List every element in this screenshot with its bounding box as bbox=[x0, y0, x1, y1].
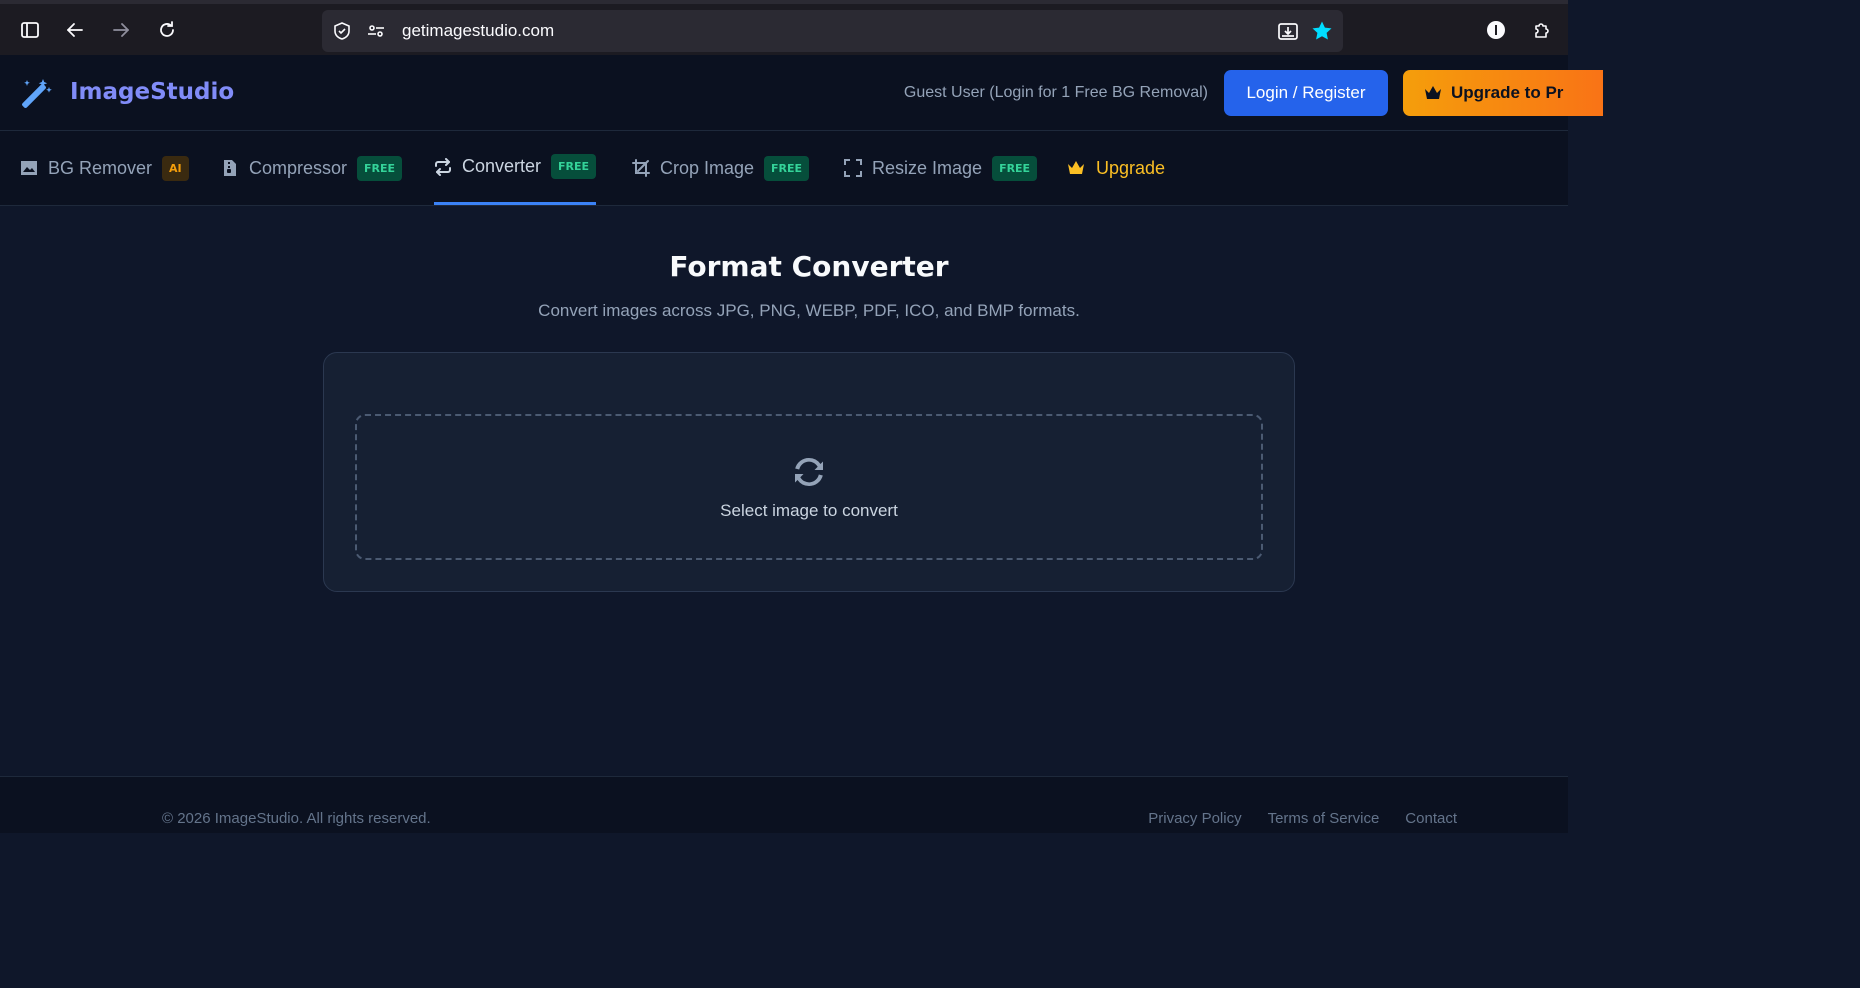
guest-status-text: Guest User (Login for 1 Free BG Removal) bbox=[903, 84, 1208, 101]
main-content: Format Converter Convert images across J… bbox=[0, 206, 1568, 776]
reload-icon[interactable] bbox=[153, 16, 181, 44]
tab-converter[interactable]: Converter FREE bbox=[434, 131, 597, 205]
expand-icon bbox=[844, 159, 862, 177]
ai-badge: AI bbox=[162, 155, 189, 181]
page-title: Format Converter bbox=[669, 250, 949, 283]
crown-icon bbox=[1425, 86, 1441, 99]
magic-wand-icon[interactable] bbox=[19, 77, 53, 111]
free-badge: FREE bbox=[992, 155, 1038, 181]
privacy-policy-link[interactable]: Privacy Policy bbox=[1148, 810, 1241, 827]
footer: © 2026 ImageStudio. All rights reserved.… bbox=[0, 776, 1568, 833]
extensions-puzzle-icon[interactable] bbox=[1528, 16, 1556, 44]
bookmark-star-icon[interactable] bbox=[1311, 20, 1333, 42]
image-icon bbox=[21, 161, 37, 175]
free-badge: FREE bbox=[764, 155, 810, 181]
free-badge: FREE bbox=[357, 155, 403, 181]
permissions-icon[interactable] bbox=[366, 21, 386, 41]
dropzone-label: Select image to convert bbox=[720, 501, 898, 520]
browser-toolbar: getimagestudio.com bbox=[0, 0, 1568, 55]
tab-label: Resize Image bbox=[872, 157, 983, 178]
shield-icon[interactable] bbox=[332, 21, 352, 41]
tab-label: Upgrade bbox=[1096, 157, 1166, 178]
terms-of-service-link[interactable]: Terms of Service bbox=[1268, 810, 1380, 827]
tab-label: Compressor bbox=[249, 157, 348, 178]
tool-tabs: BG Remover AI Compressor FREE Converter … bbox=[0, 131, 1568, 206]
login-register-button[interactable]: Login / Register bbox=[1224, 70, 1388, 116]
forward-icon[interactable] bbox=[107, 16, 135, 44]
tab-upgrade[interactable]: Upgrade bbox=[1066, 131, 1165, 205]
tab-compressor[interactable]: Compressor FREE bbox=[221, 131, 403, 205]
tab-resize-image[interactable]: Resize Image FREE bbox=[844, 131, 1038, 205]
extension-info-icon[interactable] bbox=[1482, 16, 1510, 44]
tab-label: BG Remover bbox=[48, 157, 153, 178]
footer-links: Privacy Policy Terms of Service Contact bbox=[1148, 810, 1457, 827]
download-icon[interactable] bbox=[1277, 20, 1299, 42]
tab-crop-image[interactable]: Crop Image FREE bbox=[632, 131, 810, 205]
copyright-text: © 2026 ImageStudio. All rights reserved. bbox=[162, 810, 431, 827]
tab-label: Crop Image bbox=[660, 157, 755, 178]
app-header: ImageStudio Guest User (Login for 1 Free… bbox=[0, 55, 1603, 131]
back-icon[interactable] bbox=[61, 16, 89, 44]
url-text[interactable]: getimagestudio.com bbox=[402, 21, 554, 41]
file-zip-icon bbox=[224, 160, 236, 176]
repeat-icon bbox=[435, 157, 451, 176]
converter-card: Select image to convert bbox=[323, 352, 1295, 592]
sync-icon bbox=[795, 457, 823, 487]
sidebar-toggle-icon[interactable] bbox=[16, 16, 44, 44]
crown-icon bbox=[1068, 161, 1084, 174]
free-badge: FREE bbox=[551, 154, 597, 179]
upgrade-to-pro-button[interactable]: Upgrade to Pr bbox=[1403, 70, 1603, 116]
upgrade-to-pro-label: Upgrade to Pr bbox=[1451, 83, 1564, 102]
crop-icon bbox=[632, 159, 650, 177]
page-subtitle: Convert images across JPG, PNG, WEBP, PD… bbox=[538, 301, 1080, 320]
tab-label: Converter bbox=[462, 156, 542, 176]
brand-name[interactable]: ImageStudio bbox=[70, 79, 234, 105]
url-bar[interactable]: getimagestudio.com bbox=[322, 10, 1343, 52]
contact-link[interactable]: Contact bbox=[1405, 810, 1457, 827]
file-dropzone[interactable]: Select image to convert bbox=[355, 414, 1263, 560]
tab-bg-remover[interactable]: BG Remover AI bbox=[20, 131, 189, 205]
